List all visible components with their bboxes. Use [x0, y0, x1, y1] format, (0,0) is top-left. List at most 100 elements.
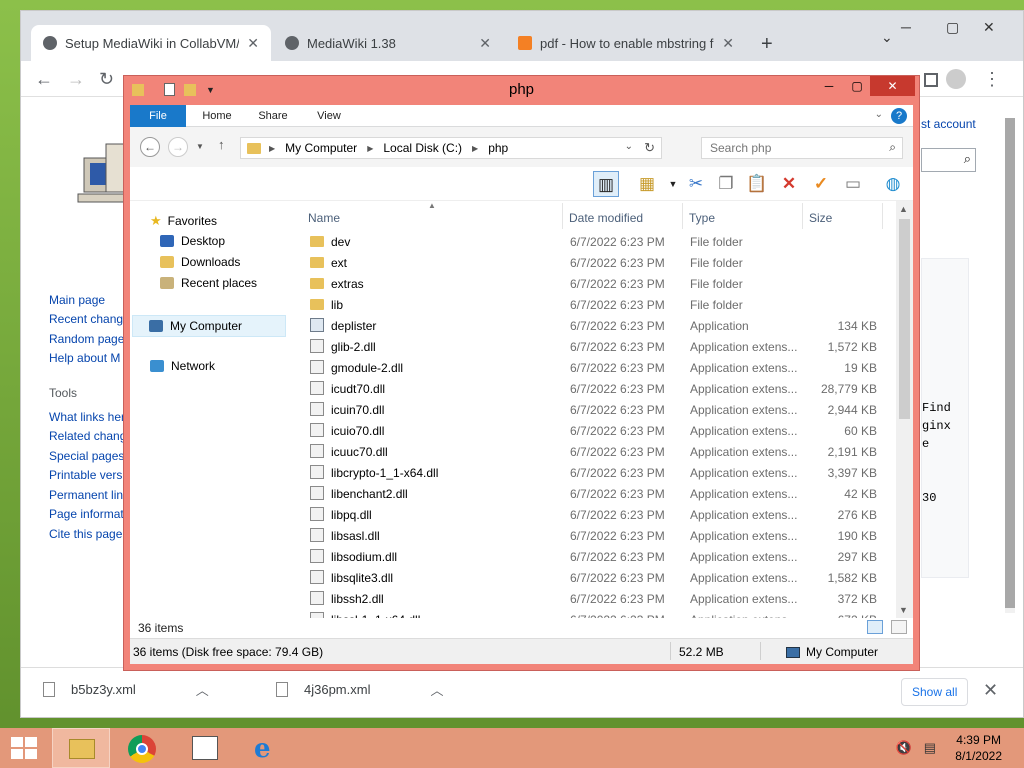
- file-row[interactable]: ext 6/7/2022 6:23 PM File folder: [300, 252, 893, 273]
- nav-network[interactable]: Network: [150, 359, 215, 373]
- sidebar-link-recent-changes[interactable]: Recent chang: [49, 312, 123, 326]
- close-button[interactable]: ✕: [983, 19, 995, 36]
- recent-locations-icon[interactable]: ▼: [196, 142, 204, 151]
- maximize-button[interactable]: ▢: [946, 19, 959, 36]
- help-icon[interactable]: ?: [891, 108, 907, 124]
- file-row[interactable]: extras 6/7/2022 6:23 PM File folder: [300, 273, 893, 294]
- download-item[interactable]: 4j36pm.xml ︿: [276, 680, 443, 699]
- maximize-button[interactable]: ▢: [844, 76, 870, 96]
- page-scrollbar[interactable]: [1005, 118, 1015, 613]
- rename-icon[interactable]: ▭: [840, 171, 866, 197]
- file-row[interactable]: libenchant2.dll 6/7/2022 6:23 PM Applicati…: [300, 483, 893, 504]
- back-button[interactable]: ←: [35, 69, 53, 90]
- tab-close-icon[interactable]: ✕: [247, 35, 259, 52]
- column-divider[interactable]: [802, 203, 803, 229]
- scroll-down-icon[interactable]: ▼: [899, 605, 908, 615]
- menu-button[interactable]: ⋮: [983, 69, 1001, 90]
- column-date-modified[interactable]: Date modified: [569, 211, 643, 225]
- sidebar-link-main-page[interactable]: Main page: [49, 293, 105, 307]
- clock[interactable]: 4:39 PM 8/1/2022: [955, 732, 1002, 764]
- properties-check-icon[interactable]: ✓: [808, 171, 834, 197]
- chevron-up-icon[interactable]: ︿: [430, 680, 443, 699]
- globe-icon[interactable]: ◍: [880, 171, 906, 197]
- column-size[interactable]: Size: [809, 211, 832, 225]
- taskbar-task-manager[interactable]: [176, 728, 234, 768]
- file-row[interactable]: glib-2.dll 6/7/2022 6:23 PM Application ex…: [300, 336, 893, 357]
- sidebar-link-random-page[interactable]: Random page: [49, 332, 124, 346]
- file-row[interactable]: lib 6/7/2022 6:23 PM File folder: [300, 294, 893, 315]
- new-tab-button[interactable]: +: [761, 33, 773, 56]
- tab-close-icon[interactable]: ✕: [722, 35, 734, 52]
- tab-setup-mediawiki[interactable]: Setup MediaWiki in CollabVM/IN ✕: [31, 25, 271, 61]
- file-row[interactable]: libcrypto-1_1-x64.dll 6/7/2022 6:23 PM App…: [300, 462, 893, 483]
- tab-file[interactable]: File: [130, 105, 186, 127]
- file-row[interactable]: icuio70.dll 6/7/2022 6:23 PM Application e…: [300, 420, 893, 441]
- file-row[interactable]: libssh2.dll 6/7/2022 6:23 PM Application e…: [300, 588, 893, 609]
- refresh-icon[interactable]: ↻: [644, 140, 655, 156]
- file-row[interactable]: icudt70.dll 6/7/2022 6:23 PM Application e…: [300, 378, 893, 399]
- tab-view[interactable]: View: [306, 105, 352, 127]
- search-input[interactable]: Search php ⌕: [701, 137, 903, 159]
- tool-link-what-links-here[interactable]: What links her: [49, 410, 125, 424]
- tool-link-cite-page[interactable]: Cite this page: [49, 527, 122, 541]
- breadcrumb-my-computer[interactable]: My Computer: [285, 141, 357, 155]
- file-row[interactable]: deplister 6/7/2022 6:23 PM Application 134 …: [300, 315, 893, 336]
- file-row[interactable]: libpq.dll 6/7/2022 6:23 PM Application ext…: [300, 504, 893, 525]
- tool-link-related-changes[interactable]: Related chang: [49, 429, 126, 443]
- file-row[interactable]: dev 6/7/2022 6:23 PM File folder: [300, 231, 893, 252]
- taskbar-file-explorer[interactable]: [52, 728, 110, 768]
- page-scrollbar-thumb[interactable]: [1005, 118, 1015, 608]
- column-name[interactable]: Name: [308, 211, 340, 225]
- reload-button[interactable]: ↻: [99, 69, 114, 90]
- volume-muted-icon[interactable]: 🔇: [896, 740, 912, 756]
- cut-icon[interactable]: ✂: [683, 171, 709, 197]
- nav-recent-places[interactable]: Recent places: [160, 276, 257, 290]
- details-view-icon[interactable]: [867, 620, 883, 634]
- column-type[interactable]: Type: [689, 211, 715, 225]
- tool-link-printable-version[interactable]: Printable vers: [49, 468, 122, 482]
- column-divider[interactable]: [682, 203, 683, 229]
- search-icon[interactable]: ⌕: [964, 151, 971, 167]
- forward-button[interactable]: →: [67, 69, 85, 90]
- tool-link-permanent-link[interactable]: Permanent lin: [49, 488, 123, 502]
- wiki-search-input[interactable]: ⌕: [921, 148, 976, 172]
- close-download-bar-button[interactable]: ✕: [983, 680, 998, 701]
- delete-icon[interactable]: ✕: [776, 171, 802, 197]
- file-row[interactable]: libssl-1_1-x64.dll6/7/2022 6:23 PMApplic…: [300, 609, 893, 618]
- show-all-button[interactable]: Show all: [901, 678, 969, 706]
- start-button[interactable]: [11, 737, 37, 759]
- tab-share[interactable]: Share: [250, 105, 296, 127]
- nav-downloads[interactable]: Downloads: [160, 255, 240, 269]
- file-row[interactable]: icuin70.dll 6/7/2022 6:23 PM Application e…: [300, 399, 893, 420]
- column-divider[interactable]: [882, 203, 883, 229]
- minimize-button[interactable]: ─: [816, 76, 842, 96]
- file-row[interactable]: icuuc70.dll 6/7/2022 6:23 PM Application e…: [300, 441, 893, 462]
- up-button[interactable]: ↑: [218, 137, 225, 152]
- view-options-icon[interactable]: ▦: [634, 171, 660, 197]
- profile-avatar[interactable]: [946, 69, 966, 89]
- chevron-up-icon[interactable]: ︿: [196, 680, 209, 699]
- nav-favorites[interactable]: ★ Favorites: [150, 213, 217, 229]
- minimize-button[interactable]: ─: [901, 19, 911, 35]
- explorer-titlebar[interactable]: ▼ php ─ ▢ ✕: [124, 76, 919, 105]
- preview-pane-icon[interactable]: ▥: [593, 171, 619, 197]
- back-button[interactable]: ←: [140, 137, 160, 157]
- paste-icon[interactable]: 📋: [744, 171, 770, 197]
- network-icon[interactable]: ▤: [924, 740, 936, 756]
- taskbar-internet-explorer[interactable]: e: [238, 728, 296, 768]
- forward-button[interactable]: →: [168, 137, 188, 157]
- breadcrumb-local-disk[interactable]: Local Disk (C:): [383, 141, 462, 155]
- tab-mediawiki-138[interactable]: MediaWiki 1.38 ✕: [273, 25, 503, 61]
- scroll-up-icon[interactable]: ▲: [899, 204, 908, 214]
- taskbar-chrome[interactable]: [114, 728, 172, 768]
- tab-search-icon[interactable]: ⌄: [881, 29, 893, 46]
- address-bar[interactable]: ▶ My Computer ▶ Local Disk (C:) ▶ php ⌄ …: [240, 137, 662, 159]
- file-row[interactable]: libsqlite3.dll 6/7/2022 6:23 PM Applicatio…: [300, 567, 893, 588]
- breadcrumb-php[interactable]: php: [488, 141, 508, 155]
- expand-ribbon-icon[interactable]: ⌄: [875, 109, 883, 120]
- download-item[interactable]: b5bz3y.xml ︿: [43, 680, 209, 699]
- scrollbar-thumb[interactable]: [899, 219, 910, 419]
- sidebar-link-help[interactable]: Help about M: [49, 351, 120, 365]
- nav-desktop[interactable]: Desktop: [160, 234, 225, 248]
- tool-link-page-information[interactable]: Page informat: [49, 507, 124, 521]
